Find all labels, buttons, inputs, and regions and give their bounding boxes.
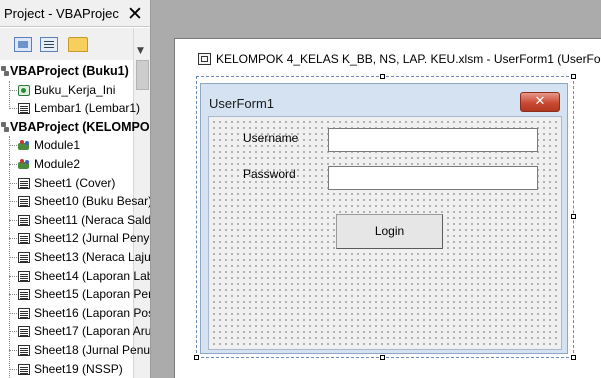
tree-item-label: Sheet17 (Laporan Arus Kas): [34, 324, 150, 339]
resize-handle-right[interactable]: [571, 214, 576, 219]
tree-connector-line: [9, 80, 10, 109]
tree-item-label: Sheet13 (Neraca Lajur): [34, 249, 150, 264]
worksheet-icon: [18, 196, 30, 208]
tree-item-label: Buku_Kerja_Ini: [34, 82, 116, 97]
tree-item-label: Module2: [34, 156, 81, 171]
designer-titlebar: KELOMPOK 4_KELAS K_BB, NS, LAP. KEU.xlsm…: [175, 39, 601, 73]
project-toolbar: [0, 28, 150, 60]
worksheet-icon: [18, 344, 30, 356]
tree-item[interactable]: Sheet15 (Laporan Perubahan Modal): [0, 285, 150, 304]
project-pane-title: Project - VBAProject: [4, 6, 119, 21]
tree-item[interactable]: Sheet10 (Buku Besar): [0, 192, 150, 211]
close-icon[interactable]: ✕: [520, 92, 560, 112]
username-field[interactable]: [328, 128, 538, 152]
resize-handle-top-right[interactable]: [571, 74, 576, 79]
tree-item[interactable]: Sheet18 (Jurnal Penutup): [0, 341, 150, 360]
worksheet-icon: [18, 214, 30, 226]
module-icon: [18, 158, 30, 170]
tree-item[interactable]: Sheet14 (Laporan Laba Rugi): [0, 267, 150, 286]
designer-title: KELOMPOK 4_KELAS K_BB, NS, LAP. KEU.xlsm…: [216, 52, 601, 66]
tree-project-node[interactable]: VBAProject (KELOMPOK 4_KELAS K_BB, NS, L…: [0, 118, 150, 137]
tree-project-node[interactable]: VBAProject (Buku1): [0, 62, 150, 81]
module-icon: [18, 140, 30, 151]
tree-item-label: Sheet11 (Neraca Saldo): [34, 212, 150, 227]
tree-item-label: VBAProject (KELOMPOK 4_KELAS K_BB, NS, L…: [10, 119, 150, 134]
password-field[interactable]: [328, 166, 538, 190]
worksheet-icon: [18, 307, 30, 319]
userform[interactable]: UserForm1 ✕ Username Password Login: [200, 83, 568, 354]
tree-item[interactable]: Buku_Kerja_Ini: [0, 81, 150, 100]
worksheet-icon: [18, 103, 30, 115]
resize-handle-bottom-right[interactable]: [571, 355, 576, 360]
project-pane-titlebar: Project - VBAProject ✕: [0, 0, 150, 27]
worksheet-icon: [18, 233, 30, 245]
tree-item[interactable]: Sheet17 (Laporan Arus Kas): [0, 322, 150, 341]
project-tree: VBAProject (Buku1) Buku_Kerja_Ini Lembar1 …: [0, 62, 150, 378]
username-label: Username: [243, 131, 299, 145]
tree-item-label: Sheet1 (Cover): [34, 175, 116, 190]
tree-item-label: Sheet12 (Jurnal Penyesuaian): [34, 231, 150, 246]
resize-handle-bottom-left[interactable]: [194, 355, 199, 360]
tree-item[interactable]: Module2: [0, 155, 150, 174]
resize-handle-top[interactable]: [380, 74, 385, 79]
scroll-down-arrow-icon[interactable]: ▼: [137, 46, 144, 56]
project-explorer-pane: Project - VBAProject ✕ ▼ VBAProject (Buk…: [0, 0, 151, 378]
tree-item-label: Sheet14 (Laporan Laba Rugi): [34, 268, 150, 283]
tree-item-label: VBAProject (Buku1): [10, 64, 129, 78]
userform-client-area[interactable]: Username Password Login: [208, 116, 562, 350]
tree-item[interactable]: Sheet1 (Cover): [0, 174, 150, 193]
worksheet-icon: [18, 177, 30, 189]
tree-item-label: Module1: [34, 138, 81, 153]
worksheet-icon: [18, 363, 30, 375]
worksheet-icon: [18, 270, 30, 282]
tree-item-label: Sheet18 (Jurnal Penutup): [34, 342, 150, 357]
tree-item-label: Sheet16 (Laporan Posisi Keuangan): [34, 305, 150, 320]
resize-handle-bottom[interactable]: [380, 355, 385, 360]
tree-item[interactable]: Module1: [0, 136, 150, 155]
toggle-folders-icon[interactable]: [68, 37, 88, 52]
tree-item[interactable]: Sheet13 (Neraca Lajur): [0, 248, 150, 267]
tree-item-label: Lembar1 (Lembar1): [34, 101, 141, 116]
view-object-icon[interactable]: [14, 37, 32, 52]
workbook-icon: [18, 84, 30, 96]
password-label: Password: [243, 167, 296, 181]
tree-item[interactable]: Lembar1 (Lembar1): [0, 99, 150, 118]
worksheet-icon: [18, 251, 30, 263]
userform-caption: UserForm1: [209, 96, 275, 111]
view-code-icon[interactable]: [40, 37, 58, 52]
worksheet-icon: [18, 289, 30, 301]
tree-item[interactable]: Sheet12 (Jurnal Penyesuaian): [0, 229, 150, 248]
tree-item[interactable]: Sheet11 (Neraca Saldo): [0, 211, 150, 230]
close-icon[interactable]: ✕: [124, 4, 146, 24]
userform-icon: [198, 53, 211, 65]
tree-item-label: Sheet15 (Laporan Perubahan Modal): [34, 287, 150, 302]
tree-item-label: Sheet10 (Buku Besar): [34, 194, 150, 209]
tree-item[interactable]: Sheet19 (NSSP): [0, 360, 150, 378]
tree-item-label: Sheet19 (NSSP): [34, 361, 123, 376]
worksheet-icon: [18, 326, 30, 338]
login-button[interactable]: Login: [336, 214, 443, 249]
tree-connector-line: [9, 136, 10, 378]
tree-item[interactable]: Sheet16 (Laporan Posisi Keuangan): [0, 304, 150, 323]
userform-designer-window: KELOMPOK 4_KELAS K_BB, NS, LAP. KEU.xlsm…: [174, 38, 601, 378]
